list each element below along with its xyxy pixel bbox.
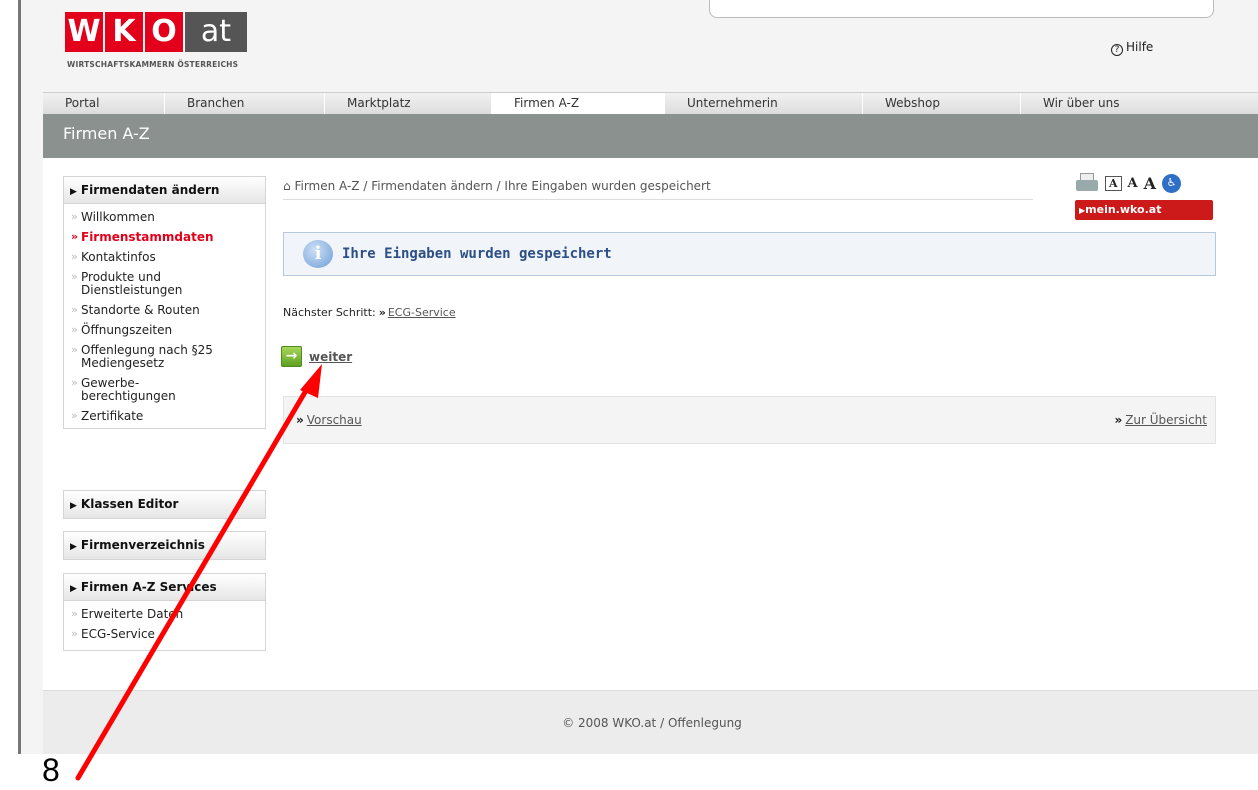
font-size-medium-button[interactable]: A (1128, 176, 1138, 191)
help-label: Hilfe (1126, 40, 1154, 54)
arrow-right-icon[interactable]: → (281, 346, 302, 367)
sidebar-item-kontaktinfos[interactable]: Kontaktinfos (64, 247, 265, 267)
sidebar-group-firmendaten: ▶Firmendaten ändern Willkommen Firmensta… (63, 176, 266, 429)
main-content: ▶Firmendaten ändern Willkommen Firmensta… (43, 158, 1258, 690)
sidebar-item-offenlegung[interactable]: Offenlegung nach §25 Mediengesetz (64, 340, 254, 373)
next-step-label: Nächster Schritt: (283, 306, 376, 319)
triangle-right-icon: ▶ (70, 584, 77, 594)
help-icon: ? (1111, 44, 1123, 56)
ecg-service-link[interactable]: ECG-Service (388, 306, 456, 319)
sidebar-item-ecg-service[interactable]: ECG-Service (64, 624, 265, 644)
nav-item-webshop[interactable]: Webshop (863, 93, 1021, 115)
sidebar-group-title[interactable]: ▶ Firmen A-Z Services (64, 574, 265, 601)
sidebar-group-firmenverzeichnis: ▶ Firmenverzeichnis (63, 531, 266, 560)
nav-item-branchen[interactable]: Branchen (165, 93, 325, 115)
font-size-small-button[interactable]: A (1105, 175, 1122, 191)
sidebar-group-title[interactable]: ▶ Firmendaten ändern (64, 177, 265, 204)
logo-letter-o: O (145, 12, 183, 52)
printer-icon[interactable] (1075, 172, 1099, 194)
nav-item-unternehmerin[interactable]: Unternehmerin (665, 93, 863, 115)
weiter-action[interactable]: → weiter (281, 346, 352, 367)
search-input[interactable] (709, 0, 1214, 18)
logo-subtitle: WIRTSCHAFTSKAMMERN ÖSTERREICHS (67, 60, 239, 69)
nav-item-portal[interactable]: Portal (43, 93, 165, 115)
browser-frame: W K Oat WIRTSCHAFTSKAMMERN ÖSTERREICHS ? Hi… (18, 0, 1258, 754)
sidebar-group-title[interactable]: ▶ Firmenverzeichnis (64, 532, 265, 559)
sidebar-item-gewerbeberechtigungen[interactable]: Gewerbe-berechtigungen (64, 373, 194, 406)
sidebar-item-standorte[interactable]: Standorte & Routen (64, 300, 265, 320)
sidebar-item-produkte[interactable]: Produkte und Dienstleistungen (64, 267, 234, 300)
logo-at: at (185, 12, 247, 52)
sidebar-group-services: ▶Firmen A-Z Services Erweiterte Daten EC… (63, 573, 266, 651)
success-notice: i Ihre Eingaben wurden gespeichert (283, 232, 1216, 276)
sidebar-group-title[interactable]: ▶ Klassen Editor (64, 491, 265, 518)
nav-item-wir-ueber-uns[interactable]: Wir über uns (1021, 93, 1258, 115)
preview-link-wrap: » Vorschau (296, 413, 362, 427)
accessibility-icon[interactable]: ♿ (1162, 173, 1182, 193)
sidebar-group-label: Firmendaten ändern (80, 183, 220, 197)
nav-item-marktplatz[interactable]: Marktplatz (325, 93, 492, 115)
notice-message: Ihre Eingaben wurden gespeichert (342, 246, 612, 262)
mein-wko-label: mein.wko.at (1085, 203, 1162, 216)
sidebar-group-label: Firmenverzeichnis (80, 538, 205, 552)
logo-letter-w: W (65, 12, 103, 52)
triangle-right-icon: ▶ (70, 501, 77, 511)
annotation-step-number: 8 (42, 752, 60, 788)
overview-link-wrap: » Zur Übersicht (1114, 413, 1207, 427)
content-footer-bar: » Vorschau » Zur Übersicht (283, 396, 1216, 444)
sidebar-group-label: Klassen Editor (80, 497, 179, 511)
sidebar-item-erweiterte-daten[interactable]: Erweiterte Daten (64, 604, 265, 624)
triangle-right-icon: ▶ (70, 187, 77, 197)
vorschau-link[interactable]: Vorschau (307, 413, 362, 427)
weiter-link[interactable]: weiter (309, 350, 352, 364)
sidebar-group-label: Firmen A-Z Services (80, 580, 217, 594)
sidebar-item-firmenstammdaten[interactable]: Firmenstammdaten (64, 227, 265, 247)
site-header: W K Oat WIRTSCHAFTSKAMMERN ÖSTERREICHS ? Hi… (21, 0, 1258, 92)
next-step: Nächster Schritt:» ECG-Service (283, 306, 456, 319)
help-link[interactable]: ? Hilfe (1111, 40, 1153, 56)
breadcrumb-text: Firmen A-Z / Firmendaten ändern / Ihre E… (294, 179, 711, 193)
logo-letter-k: K (105, 12, 143, 52)
double-chevron-icon: » (296, 413, 304, 427)
mein-wko-button[interactable]: ▶mein.wko.at (1075, 200, 1213, 220)
double-chevron-icon: » (378, 306, 386, 319)
sidebar-item-willkommen[interactable]: Willkommen (64, 207, 265, 227)
sidebar-group-klassen-editor: ▶ Klassen Editor (63, 490, 266, 519)
sidebar-item-zertifikate[interactable]: Zertifikate (64, 406, 265, 426)
info-icon: i (303, 240, 333, 268)
zur-uebersicht-link[interactable]: Zur Übersicht (1125, 413, 1207, 427)
font-size-large-button[interactable]: A (1144, 174, 1156, 193)
wko-logo[interactable]: W K Oat (65, 12, 247, 52)
sidebar-item-oeffnungszeiten[interactable]: Öffnungszeiten (64, 320, 265, 340)
home-icon[interactable]: ⌂ (283, 179, 291, 193)
page-tools: A A A ♿ (1075, 172, 1182, 194)
nav-item-firmen-a-z[interactable]: Firmen A-Z (492, 93, 665, 115)
double-chevron-icon: » (1114, 413, 1123, 427)
triangle-right-icon: ▶ (70, 542, 77, 552)
page-footer: © 2008 WKO.at / Offenlegung (43, 690, 1258, 754)
main-nav: Portal Branchen Marktplatz Firmen A-Z Un… (43, 92, 1258, 115)
page-title: Firmen A-Z (43, 114, 1258, 158)
breadcrumb: ⌂ Firmen A-Z / Firmendaten ändern / Ihre… (283, 179, 1033, 200)
